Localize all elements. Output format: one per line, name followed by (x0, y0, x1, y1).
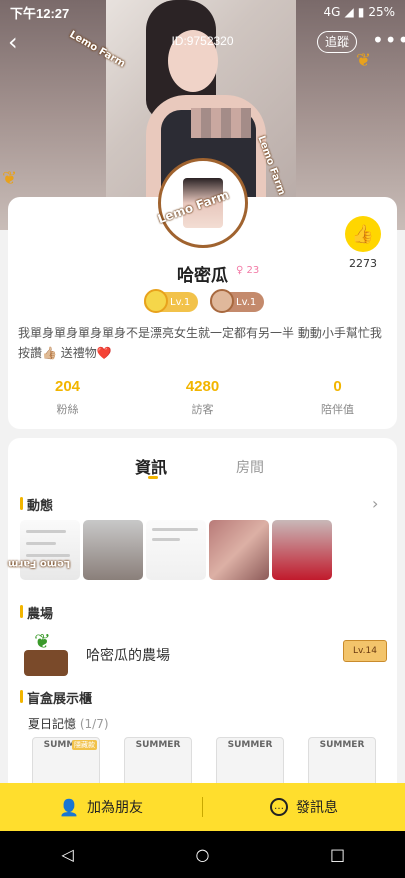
add-friend-button[interactable]: 👤 加為朋友 (0, 797, 202, 817)
leaf-icon: ❦ (2, 168, 18, 189)
blindbox-title: 盲盒展示櫃 (20, 688, 92, 707)
blindbox-series: 夏日記憶 (1/7) (28, 717, 109, 731)
bottom-action-bar: 👤 加為朋友 … 發訊息 (0, 783, 405, 831)
moments-title: 動態 (20, 495, 53, 514)
moments-gallery (20, 520, 332, 580)
nav-back-icon[interactable]: ◁ (48, 845, 88, 864)
moment-thumbnail[interactable] (209, 520, 269, 580)
blindbox-shelf: SUMMER 隱藏款 SUMMER SUMMER SUMMER (32, 737, 376, 787)
farm-level-sign: Lv.14 (343, 640, 387, 662)
tab-indicator (148, 476, 158, 479)
battery-icon: ▮ (357, 5, 365, 19)
add-user-icon: 👤 (59, 797, 79, 817)
stat-visitors[interactable]: 4280 訪客 (135, 378, 270, 417)
blindbox-item[interactable]: SUMMER (308, 737, 376, 787)
tab-info[interactable]: 資訊 (135, 454, 167, 478)
top-bar: ‹ ID:9752320 追蹤 ••• (0, 28, 405, 58)
nav-recents-icon[interactable]: □ (318, 845, 358, 864)
stat-followers[interactable]: 204 粉絲 (0, 378, 135, 417)
lemo-farm-sticker: Lemo Farm (8, 558, 71, 569)
more-options-icon[interactable]: ••• (372, 28, 405, 52)
moment-thumbnail[interactable] (272, 520, 332, 580)
chat-icon: … (270, 798, 288, 816)
moment-thumbnail[interactable] (20, 520, 80, 580)
charm-level-badge[interactable]: Lv.1 (210, 289, 264, 313)
thumbs-up-icon: 👍 (351, 223, 375, 245)
status-bar: 下午12:27 4G ◢ ▮ 25% (0, 0, 405, 24)
chevron-right-icon[interactable]: › (372, 494, 378, 513)
like-button[interactable]: 👍 (345, 216, 381, 252)
profile-page: Lemo Farm Lemo Farm ❦ ❦ 下午12:27 4G ◢ ▮ 2… (0, 0, 405, 878)
farm-sprout-icon[interactable]: ❦ (20, 630, 68, 678)
clock: 下午12:27 (10, 5, 70, 21)
female-icon: ♀ (236, 265, 244, 276)
stats-row: 204 粉絲 4280 訪客 0 陪伴值 (0, 378, 405, 417)
follow-button[interactable]: 追蹤 (317, 31, 357, 53)
tab-room[interactable]: 房間 (236, 457, 264, 477)
nav-home-icon[interactable]: ○ (183, 845, 223, 864)
wealth-level-badge[interactable]: Lv.1 (144, 289, 198, 313)
blindbox-item[interactable]: SUMMER (216, 737, 284, 787)
bio-text: 我單身單身單身單身不是漂亮女生就一定都有另一半 動動小手幫忙我按讚👍🏼 送禮物❤… (18, 326, 382, 360)
blindbox-item[interactable]: SUMMER 隱藏款 (32, 737, 100, 787)
network-label: 4G (323, 5, 341, 19)
stat-companion[interactable]: 0 陪伴值 (270, 378, 405, 417)
moment-thumbnail[interactable] (146, 520, 206, 580)
face-icon (210, 289, 234, 313)
blindbox-item[interactable]: SUMMER (124, 737, 192, 787)
hidden-tag: 隱藏款 (72, 740, 97, 750)
message-button[interactable]: … 發訊息 (203, 797, 405, 817)
farm-name[interactable]: 哈密瓜的農場 (86, 645, 170, 665)
gender-badge: ♀ 23 (236, 265, 260, 276)
system-nav-bar: ◁ ○ □ (0, 831, 405, 878)
farm-title: 農場 (20, 603, 53, 622)
battery-level: 25% (368, 5, 395, 19)
crown-icon (144, 289, 168, 313)
user-name: 哈密瓜 (177, 266, 228, 286)
signal-icon: ◢ (344, 5, 354, 19)
moment-thumbnail[interactable] (83, 520, 143, 580)
